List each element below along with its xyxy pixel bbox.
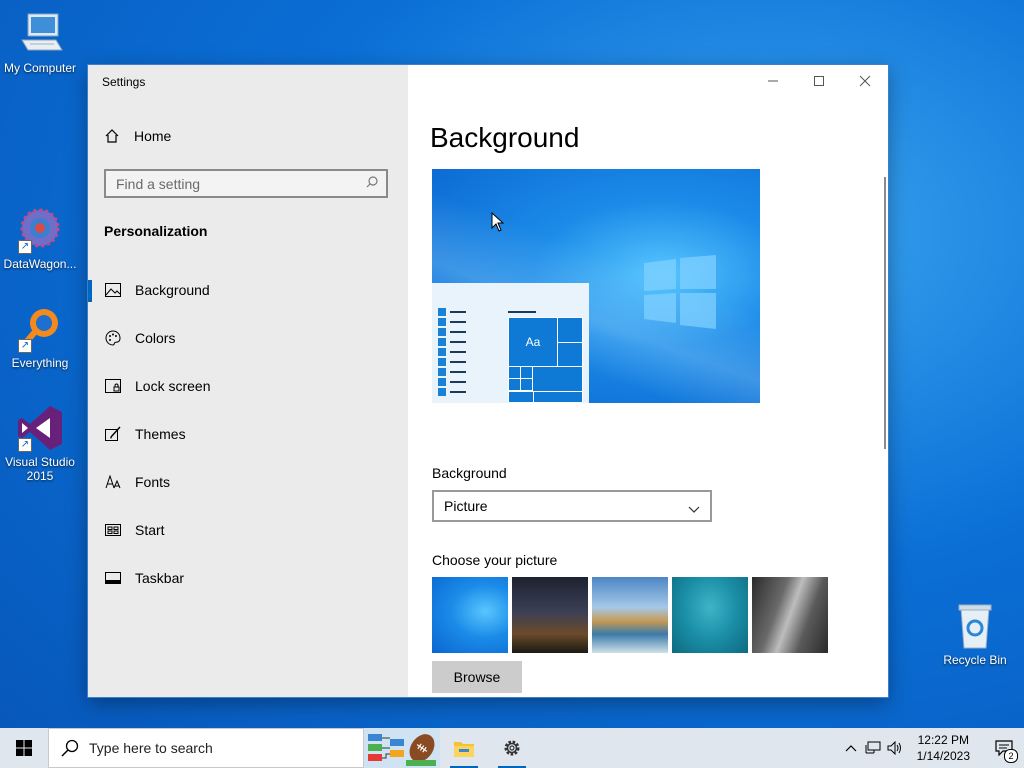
background-type-value: Picture bbox=[444, 498, 488, 514]
preview-tile: Aa bbox=[508, 317, 558, 367]
nav-item-label: Start bbox=[135, 522, 165, 538]
thumbnail-rock-cliff[interactable] bbox=[752, 577, 828, 653]
maximize-icon bbox=[814, 76, 824, 86]
windows-logo-icon bbox=[644, 255, 716, 329]
notifications-button[interactable]: 2 bbox=[984, 728, 1024, 768]
thumbnail-night-sky[interactable] bbox=[512, 577, 588, 653]
taskbar-clock[interactable]: 12:22 PM 1/14/2023 bbox=[917, 732, 970, 764]
chevron-down-icon bbox=[688, 501, 700, 517]
desktop-icon-label: DataWagon... bbox=[3, 257, 77, 271]
start-button[interactable] bbox=[0, 728, 48, 768]
settings-content: Background Aa Background Picture Choose … bbox=[408, 65, 888, 697]
datawagon-icon: ↗ bbox=[16, 206, 64, 254]
background-preview: Aa bbox=[432, 169, 760, 403]
folder-icon bbox=[454, 742, 474, 757]
themes-icon bbox=[104, 425, 122, 443]
thumbnail-beach-rocks[interactable] bbox=[592, 577, 668, 653]
fonts-icon bbox=[104, 473, 122, 491]
nav-item-colors[interactable]: Colors bbox=[88, 318, 408, 358]
shortcut-arrow-icon: ↗ bbox=[18, 339, 32, 353]
settings-search-input[interactable] bbox=[106, 171, 356, 196]
browse-button[interactable]: Browse bbox=[432, 661, 522, 693]
picture-icon bbox=[104, 281, 122, 299]
minimize-button[interactable] bbox=[750, 65, 796, 97]
nav-item-background[interactable]: Background bbox=[88, 270, 408, 310]
flowchart-app-icon bbox=[368, 734, 436, 766]
thumbnail-underwater-swimmer[interactable] bbox=[672, 577, 748, 653]
nav-item-label: Background bbox=[135, 282, 210, 298]
nav-item-label: Themes bbox=[135, 426, 186, 442]
palette-icon bbox=[104, 329, 122, 347]
desktop-icon-label: Everything bbox=[11, 356, 69, 370]
shortcut-arrow-icon: ↗ bbox=[18, 240, 32, 254]
settings-search-box[interactable] bbox=[104, 169, 388, 198]
window-controls bbox=[750, 65, 888, 97]
show-hidden-icons-chevron-icon[interactable] bbox=[845, 744, 857, 752]
taskbar-search-box[interactable] bbox=[48, 728, 364, 768]
home-link[interactable]: Home bbox=[104, 128, 171, 144]
gear-icon bbox=[504, 740, 520, 756]
settings-sidebar: Settings Home Personalization Background bbox=[88, 65, 408, 697]
nav-item-lock-screen[interactable]: Lock screen bbox=[88, 366, 408, 406]
nav-item-fonts[interactable]: Fonts bbox=[88, 462, 408, 502]
taskbar-icon bbox=[104, 569, 122, 587]
nav-item-taskbar[interactable]: Taskbar bbox=[88, 558, 408, 598]
close-button[interactable] bbox=[842, 65, 888, 97]
thumbnail-windows-blue[interactable] bbox=[432, 577, 508, 653]
windows-start-icon bbox=[16, 740, 32, 756]
shortcut-arrow-icon: ↗ bbox=[18, 438, 32, 452]
computer-icon bbox=[16, 10, 64, 58]
nav-item-label: Colors bbox=[135, 330, 176, 346]
nav-item-label: Fonts bbox=[135, 474, 171, 490]
settings-window: Settings Home Personalization Background bbox=[88, 65, 888, 697]
maximize-button[interactable] bbox=[796, 65, 842, 97]
window-title: Settings bbox=[102, 75, 146, 89]
nav-item-label: Lock screen bbox=[135, 378, 211, 394]
taskbar-search-input[interactable] bbox=[87, 739, 291, 757]
visual-studio-icon: ↗ bbox=[16, 404, 64, 452]
section-title-personalization: Personalization bbox=[104, 223, 208, 239]
choose-picture-label: Choose your picture bbox=[432, 552, 558, 568]
recycle-bin-icon bbox=[951, 602, 999, 650]
taskbar-file-explorer[interactable] bbox=[440, 728, 488, 768]
background-type-label: Background bbox=[432, 465, 507, 481]
nav-item-start[interactable]: Start bbox=[88, 510, 408, 550]
close-icon bbox=[859, 75, 871, 87]
home-label: Home bbox=[134, 128, 172, 144]
taskbar-settings[interactable] bbox=[488, 728, 536, 768]
start-icon bbox=[104, 521, 122, 539]
picture-thumbnails bbox=[432, 577, 828, 653]
desktop-icon-label: My Computer bbox=[3, 61, 77, 75]
desktop-icon-label: Visual Studio 2015 bbox=[5, 455, 75, 483]
mouse-cursor-icon bbox=[491, 211, 505, 237]
network-icon[interactable] bbox=[865, 741, 881, 755]
home-icon bbox=[104, 128, 120, 144]
desktop-icon-recycle-bin[interactable]: Recycle Bin bbox=[935, 602, 1015, 667]
content-scrollbar[interactable] bbox=[884, 177, 886, 449]
lock-screen-icon bbox=[104, 377, 122, 395]
minimize-icon bbox=[768, 80, 778, 82]
desktop-icon-my-computer[interactable]: My Computer bbox=[0, 10, 80, 75]
background-type-dropdown[interactable]: Picture bbox=[432, 490, 712, 522]
preview-start-mockup: Aa bbox=[432, 283, 589, 403]
nav-item-themes[interactable]: Themes bbox=[88, 414, 408, 454]
page-title: Background bbox=[430, 122, 580, 153]
search-icon bbox=[366, 175, 378, 188]
desktop-icon-everything[interactable]: ↗ Everything bbox=[0, 305, 80, 370]
nav-item-label: Taskbar bbox=[135, 570, 185, 586]
search-icon bbox=[61, 739, 79, 757]
taskbar: 12:22 PM 1/14/2023 2 bbox=[0, 728, 1024, 768]
system-tray: 12:22 PM 1/14/2023 2 bbox=[845, 728, 1024, 768]
notification-count-badge: 2 bbox=[1004, 749, 1018, 763]
taskbar-app-flowchart[interactable] bbox=[364, 728, 440, 768]
clock-time: 12:22 PM bbox=[917, 733, 969, 747]
desktop-icon-label: Recycle Bin bbox=[943, 653, 1007, 667]
volume-icon[interactable] bbox=[887, 741, 903, 755]
everything-search-icon: ↗ bbox=[16, 305, 64, 353]
desktop-icon-visual-studio[interactable]: ↗ Visual Studio 2015 bbox=[0, 404, 80, 483]
desktop-icon-datawagon[interactable]: ↗ DataWagon... bbox=[0, 206, 80, 271]
clock-date: 1/14/2023 bbox=[916, 749, 970, 763]
